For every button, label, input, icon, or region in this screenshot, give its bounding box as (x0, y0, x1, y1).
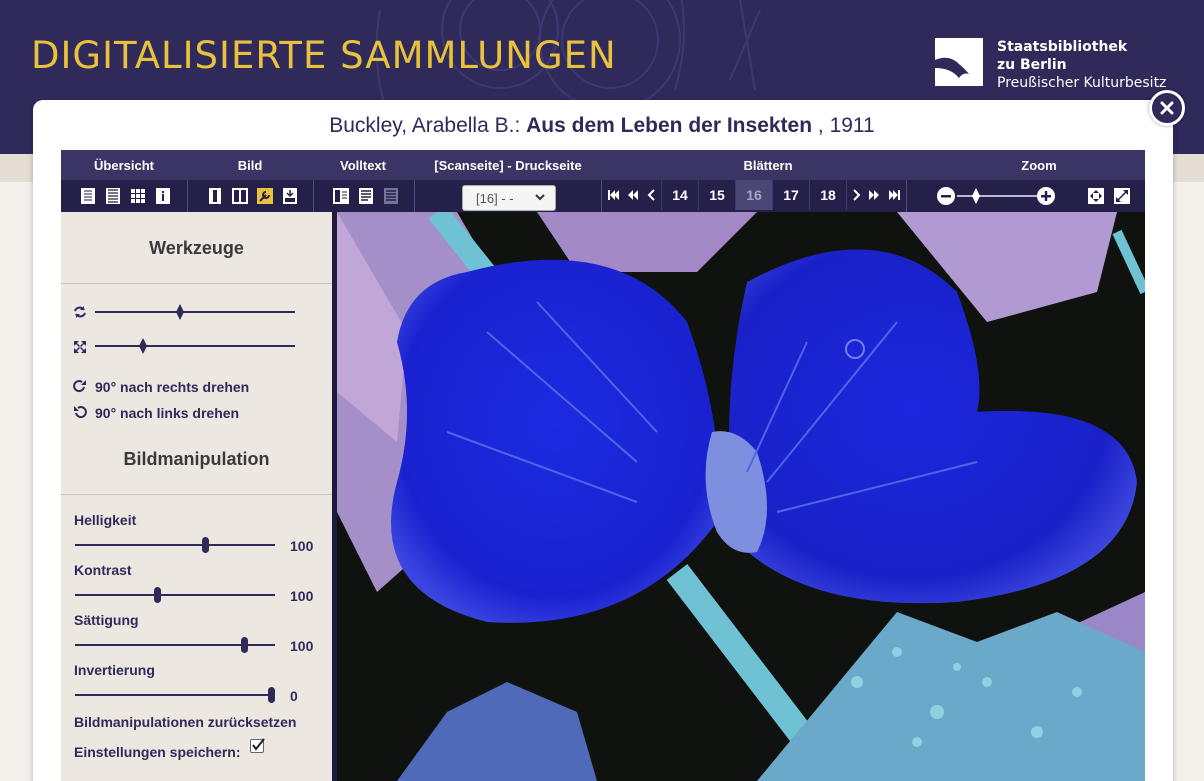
brightness-slider-thumb[interactable] (202, 537, 209, 553)
saturation-label: Sättigung (74, 612, 139, 628)
group-label-image: Bild (237, 158, 263, 173)
skip-last-icon (889, 190, 900, 200)
eagle-logo-icon (935, 38, 983, 86)
thumbnail-grid-icon[interactable] (130, 188, 146, 204)
reset-manipulations-button[interactable]: Bildmanipulationen zurücksetzen (74, 714, 296, 730)
group-label-page: [Scanseite] - Druckseite (434, 158, 582, 173)
book-author: Buckley, Arabella B.: (329, 114, 521, 137)
toolbar-separator (414, 180, 415, 212)
zoom-out-icon[interactable] (937, 187, 955, 205)
single-page-list-icon[interactable] (80, 188, 96, 204)
panel-divider (61, 283, 332, 284)
contrast-slider-thumb[interactable] (154, 587, 161, 603)
rotate-left-button[interactable]: 90° nach links drehen (95, 405, 239, 421)
rotate-right-icon (73, 380, 86, 393)
last-page-button[interactable] (884, 180, 906, 210)
logo-line-3: Preußischer Kulturbesitz (997, 75, 1167, 91)
rotation-slider[interactable] (95, 311, 295, 313)
info-icon[interactable] (155, 188, 171, 204)
rotate-right-button[interactable]: 90° nach rechts drehen (95, 379, 249, 395)
invert-slider[interactable] (75, 694, 275, 696)
group-label-zoom: Zoom (1021, 158, 1057, 173)
rotate-icon (74, 306, 86, 318)
invert-slider-thumb[interactable] (268, 687, 275, 703)
manipulation-heading: Bildmanipulation (123, 449, 270, 469)
group-label-browse: Blättern (743, 158, 793, 173)
logo-text: Staatsbibliothek zu Berlin Preußischer K… (997, 38, 1166, 92)
double-page-view-icon[interactable] (232, 188, 248, 204)
brightness-label: Helligkeit (74, 512, 137, 528)
close-icon (1160, 101, 1174, 115)
invert-value: 0 (290, 688, 298, 704)
toolbar-separator (906, 180, 907, 212)
logo-line-1: Staatsbibliothek (997, 39, 1128, 55)
fit-page-icon[interactable] (1088, 188, 1104, 204)
book-title: Buckley, Arabella B.: Aus dem Leben der … (0, 114, 1204, 138)
zoom-slider-thumb[interactable] (971, 188, 981, 204)
library-logo[interactable]: Staatsbibliothek zu Berlin Preußischer K… (935, 38, 1166, 92)
tools-wrench-icon[interactable] (257, 188, 273, 204)
toolbar-separator (601, 180, 602, 212)
page-image-viewer[interactable] (337, 212, 1145, 781)
site-title[interactable]: DIGITALISIERTE SAMMLUNGEN (31, 34, 617, 77)
fulltext-side-icon[interactable] (333, 188, 349, 204)
tools-panel: Werkzeuge 90° nach rechts drehen 90° nac… (61, 212, 332, 781)
previous-group-button[interactable] (623, 180, 643, 210)
saturation-value: 100 (290, 638, 314, 654)
logo-line-2: zu Berlin (997, 57, 1067, 73)
save-settings-label: Einstellungen speichern: (74, 744, 241, 760)
scale-slider[interactable] (95, 345, 295, 347)
brightness-slider[interactable] (75, 544, 275, 546)
saturation-slider-thumb[interactable] (241, 637, 248, 653)
rotate-left-icon (74, 406, 87, 419)
group-label-overview: Übersicht (94, 158, 154, 173)
chevron-down-icon (535, 194, 545, 201)
contrast-value: 100 (290, 588, 314, 604)
page-scan-image (337, 212, 1145, 781)
previous-page-button[interactable] (643, 180, 661, 210)
toolbar-separator (187, 180, 188, 212)
skip-first-icon (608, 190, 619, 200)
next-group-button[interactable] (864, 180, 884, 210)
book-title-text: Aus dem Leben der Insekten (526, 114, 813, 137)
expand-icon (74, 341, 86, 353)
book-year: , 1911 (817, 114, 875, 137)
page-link-17[interactable]: 17 (772, 180, 809, 210)
zoom-in-icon[interactable] (1037, 187, 1055, 205)
contrast-slider[interactable] (75, 594, 275, 596)
page-link-16-current[interactable]: 16 (735, 180, 772, 210)
toolbar-separator (313, 180, 314, 212)
page-select-value: [16] - - (476, 191, 514, 206)
fulltext-page-icon[interactable] (358, 188, 374, 204)
brightness-value: 100 (290, 538, 314, 554)
contrast-label: Kontrast (74, 562, 132, 578)
fast-forward-icon (869, 190, 879, 200)
tools-heading: Werkzeuge (149, 238, 244, 258)
scale-slider-thumb[interactable] (138, 338, 148, 354)
close-button[interactable] (1149, 90, 1185, 126)
invert-label: Invertierung (74, 662, 155, 678)
fast-backward-icon (628, 190, 638, 200)
fulltext-disabled-icon[interactable] (383, 188, 399, 204)
first-page-button[interactable] (603, 180, 623, 210)
page-link-14[interactable]: 14 (661, 180, 698, 210)
page-list-icon[interactable] (105, 188, 121, 204)
rotation-slider-thumb[interactable] (175, 304, 185, 320)
viewer-toolbar: Übersicht Bild Volltext [Scanseite] - Dr… (61, 150, 1145, 212)
checkmark-icon (252, 738, 265, 751)
chevron-right-icon (852, 189, 860, 201)
page-select[interactable]: [16] - - (462, 185, 556, 211)
page-link-15[interactable]: 15 (698, 180, 735, 210)
single-page-view-icon[interactable] (207, 188, 223, 204)
panel-divider (61, 494, 332, 495)
toolbar-group-labels: Übersicht Bild Volltext [Scanseite] - Dr… (61, 150, 1145, 180)
pdf-download-icon[interactable] (282, 188, 298, 204)
fullscreen-icon[interactable] (1114, 188, 1130, 204)
page-link-18[interactable]: 18 (809, 180, 846, 210)
group-label-fulltext: Volltext (340, 158, 386, 173)
save-settings-checkbox[interactable] (250, 738, 265, 753)
next-page-button[interactable] (846, 180, 864, 210)
chevron-left-icon (647, 189, 655, 201)
